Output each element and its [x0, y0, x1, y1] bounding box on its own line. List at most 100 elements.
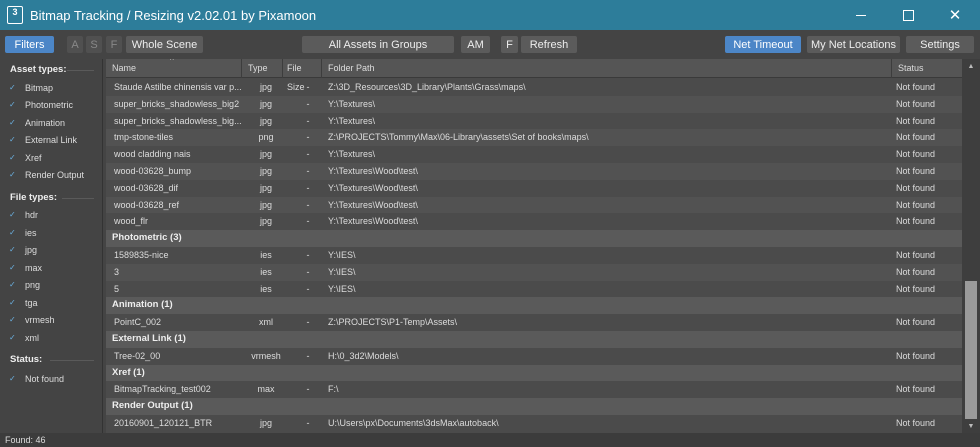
- close-icon[interactable]: ✕: [932, 0, 978, 30]
- net-timeout-button[interactable]: Net Timeout: [725, 36, 801, 53]
- column-header-status[interactable]: Status: [892, 59, 962, 78]
- asset-type-animation[interactable]: ✓ Animation: [9, 118, 65, 128]
- f-button[interactable]: F: [501, 36, 518, 53]
- cell-type: ies: [260, 250, 272, 260]
- cell-status: Not found: [896, 98, 936, 109]
- group-header-row[interactable]: Render Output (1): [106, 398, 962, 415]
- status-not-found[interactable]: ✓ Not found: [9, 374, 64, 384]
- file-type-jpg[interactable]: ✓ jpg: [9, 245, 37, 255]
- column-header-name[interactable]: Name: [106, 59, 242, 78]
- cell-status: Not found: [896, 283, 936, 294]
- cell-folder-path: U:\Users\px\Documents\3dsMax\autoback\: [328, 418, 499, 428]
- checkbox-icon[interactable]: ✓: [9, 299, 17, 307]
- table-row[interactable]: super_bricks_shadowless_big2 jpg - Y:\Textu…: [106, 95, 962, 113]
- group-header-row[interactable]: Animation (1): [106, 297, 962, 315]
- group-header-row[interactable]: External Link (1): [106, 331, 962, 348]
- filter-f-button[interactable]: F: [106, 36, 122, 53]
- vertical-scrollbar[interactable]: ▲ ▼: [962, 59, 980, 433]
- scrollbar-thumb[interactable]: [965, 281, 977, 419]
- maximize-icon[interactable]: [885, 0, 931, 30]
- cell-folder-path: Y:\IES\: [328, 283, 356, 294]
- file-type-xml[interactable]: ✓ xml: [9, 333, 39, 343]
- table-row[interactable]: wood cladding nais jpg - Y:\Textures\ Not fo…: [106, 146, 962, 163]
- checkbox-icon[interactable]: ✓: [9, 334, 17, 342]
- checkbox-icon[interactable]: ✓: [9, 375, 17, 383]
- my-net-locations-button[interactable]: My Net Locations: [807, 36, 900, 53]
- found-count: Found: 46: [5, 435, 46, 445]
- asset-type-photometric[interactable]: ✓ Photometric: [9, 100, 73, 110]
- table-row[interactable]: Tree-02_00 vrmesh - H:\0_3d2\Models\ Not fou…: [106, 348, 962, 365]
- app-icon: 3: [7, 6, 23, 24]
- filter-s-button[interactable]: S: [86, 36, 102, 53]
- whole-scene-button[interactable]: Whole Scene: [126, 36, 203, 53]
- minimize-icon[interactable]: [838, 0, 884, 30]
- cell-name: PointC_002: [114, 317, 162, 328]
- cell-file-size: -: [306, 98, 310, 109]
- asset-type-render-output[interactable]: ✓ Render Output: [9, 170, 84, 180]
- table-row[interactable]: wood-03628_ref jpg - Y:\Textures\Wood\test\…: [106, 196, 962, 214]
- column-header-folder-path[interactable]: Folder Path: [322, 59, 892, 78]
- table-row[interactable]: 20160901_120121_BTR jpg - U:\Users\px\Docum…: [106, 415, 962, 432]
- checkbox-icon[interactable]: ✓: [9, 84, 17, 92]
- cell-type: jpg: [259, 199, 272, 210]
- am-button[interactable]: AM: [461, 36, 490, 53]
- checkbox-icon[interactable]: ✓: [9, 154, 17, 162]
- asset-type-external-link[interactable]: ✓ External Link: [9, 135, 77, 145]
- cell-status: Not found: [896, 166, 936, 176]
- scroll-up-icon[interactable]: ▲: [962, 59, 980, 73]
- file-type-tga[interactable]: ✓ tga: [9, 298, 38, 308]
- checkbox-icon[interactable]: ✓: [9, 211, 17, 219]
- cell-status: Not found: [896, 418, 936, 428]
- table-row[interactable]: wood_flr jpg - Y:\Textures\Wood\test\ Not fo…: [106, 213, 962, 230]
- table-row[interactable]: wood-03628_dif jpg - Y:\Textures\Wood\test\…: [106, 180, 962, 197]
- filters-button[interactable]: Filters: [5, 36, 54, 53]
- filter-a-button[interactable]: A: [67, 36, 83, 53]
- checkbox-icon[interactable]: ✓: [9, 316, 17, 324]
- cell-type: max: [257, 384, 275, 395]
- cell-status: Not found: [896, 216, 936, 227]
- asset-type-xref[interactable]: ✓ Xref: [9, 153, 42, 163]
- refresh-button[interactable]: Refresh: [521, 36, 577, 53]
- cell-name: BitmapTracking_test002: [114, 384, 211, 395]
- table-row[interactable]: wood-03628_bump jpg - Y:\Textures\Wood\test…: [106, 163, 962, 180]
- scroll-down-icon[interactable]: ▼: [962, 419, 980, 433]
- cell-folder-path: H:\0_3d2\Models\: [328, 350, 399, 361]
- cell-status: Not found: [896, 250, 936, 260]
- file-type-ies[interactable]: ✓ ies: [9, 228, 37, 238]
- checkbox-icon[interactable]: ✓: [9, 281, 17, 289]
- table-row[interactable]: 3 ies - Y:\IES\ Not found: [106, 263, 962, 281]
- table-row[interactable]: BitmapTracking_test002 max - F:\ Not found: [106, 381, 962, 398]
- checkbox-icon[interactable]: ✓: [9, 246, 17, 254]
- cell-file-size: -: [306, 182, 310, 193]
- table-row[interactable]: 5 ies - Y:\IES\ Not found: [106, 281, 962, 298]
- table-row[interactable]: super_bricks_shadowless_big... jpg - Y:\Tex…: [106, 113, 962, 130]
- file-type-hdr[interactable]: ✓ hdr: [9, 210, 38, 220]
- group-header-row[interactable]: Xref (1): [106, 364, 962, 382]
- cell-name: super_bricks_shadowless_big...: [114, 115, 242, 126]
- settings-button[interactable]: Settings: [906, 36, 974, 53]
- column-header-file-size[interactable]: File Size: [283, 59, 322, 92]
- cell-file-size: -: [306, 283, 310, 294]
- checkbox-icon[interactable]: ✓: [9, 171, 17, 179]
- group-header-row[interactable]: Photometric (3): [106, 230, 962, 247]
- column-header-type[interactable]: Type: [242, 59, 283, 78]
- all-assets-in-groups-button[interactable]: All Assets in Groups: [302, 36, 454, 53]
- checkbox-icon[interactable]: ✓: [9, 229, 17, 237]
- asset-type-bitmap[interactable]: ✓ Bitmap: [9, 83, 53, 93]
- checkbox-icon[interactable]: ✓: [9, 119, 17, 127]
- asset-types-heading: Asset types:: [10, 64, 67, 75]
- cell-type: vrmesh: [251, 350, 281, 361]
- table-row[interactable]: PointC_002 xml - Z:\PROJECTS\P1-Temp\Assets…: [106, 314, 962, 331]
- checkbox-icon[interactable]: ✓: [9, 101, 17, 109]
- cell-folder-path: Y:\Textures\Wood\test\: [328, 166, 418, 176]
- file-type-vrmesh[interactable]: ✓ vrmesh: [9, 315, 55, 325]
- cell-name: Tree-02_00: [114, 350, 161, 361]
- divider: [67, 70, 94, 71]
- table-row[interactable]: tmp-stone-tiles png - Z:\PROJECTS\Tommy\Max…: [106, 129, 962, 147]
- file-type-png[interactable]: ✓ png: [9, 280, 40, 290]
- checkbox-icon[interactable]: ✓: [9, 136, 17, 144]
- checkbox-icon[interactable]: ✓: [9, 264, 17, 272]
- file-type-max[interactable]: ✓ max: [9, 263, 42, 273]
- table-row[interactable]: 1589835-nice ies - Y:\IES\ Not found: [106, 247, 962, 264]
- table-row[interactable]: Staude Astilbe chinensis var p... jpg - Z:\…: [106, 79, 962, 96]
